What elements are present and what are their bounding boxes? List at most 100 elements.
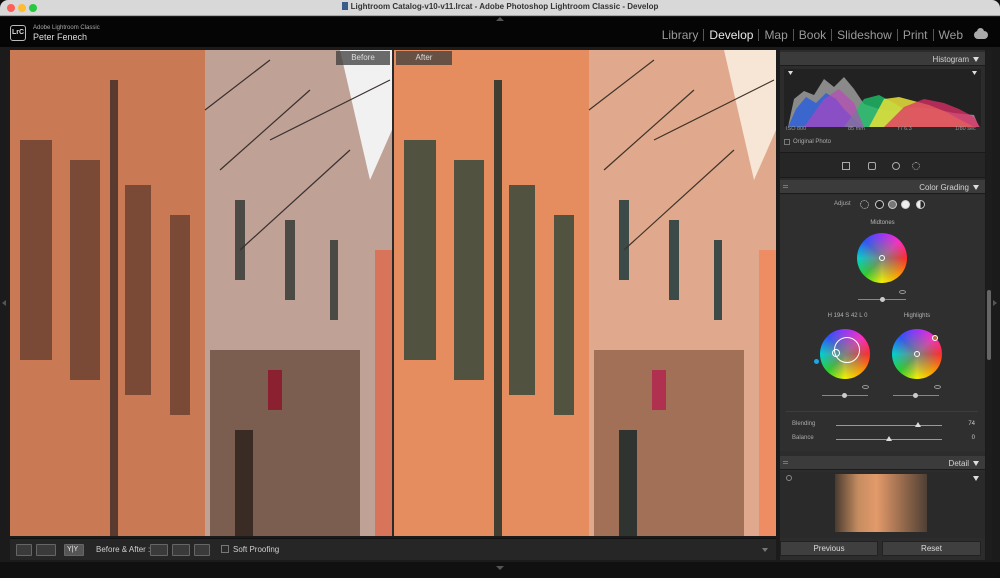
midtones-label: Midtones	[870, 220, 895, 226]
soft-proofing-checkbox[interactable]	[221, 545, 229, 553]
original-photo-label: Original Photo	[793, 139, 832, 145]
midtones-view-icon[interactable]	[888, 200, 897, 209]
midtones-color-wheel[interactable]	[857, 233, 907, 283]
photo-compare-area: Before After	[10, 50, 776, 536]
soft-proofing-label: Soft Proofing	[233, 545, 280, 554]
detail-header[interactable]: Detail	[780, 456, 985, 470]
develop-toolbar: Y|Y Before & After : Soft Proofing	[10, 538, 776, 560]
balance-value[interactable]: 0	[972, 435, 975, 441]
highlights-color-wheel[interactable]	[892, 329, 942, 379]
module-picker: Library Develop Map Book Slideshow Print…	[657, 28, 988, 41]
previous-button[interactable]: Previous	[780, 541, 878, 556]
zoom-target-icon[interactable]	[786, 475, 792, 481]
histogram-header[interactable]: Histogram	[780, 52, 985, 66]
collapse-triangle-icon[interactable]	[973, 57, 979, 62]
before-label: Before	[336, 51, 390, 65]
collapse-triangle-icon[interactable]	[973, 461, 979, 466]
color-grading-title: Color Grading	[919, 183, 969, 192]
shadows-luminance-slider[interactable]	[822, 393, 868, 398]
midtones-wheel-handle[interactable]	[879, 255, 885, 261]
shadows-readout: H 194 S 42 L 0	[827, 313, 868, 319]
module-web[interactable]: Web	[934, 29, 968, 41]
top-panel-toggle[interactable]	[496, 17, 504, 21]
product-name: Adobe Lightroom Classic	[33, 25, 100, 31]
slider-knob[interactable]	[880, 297, 885, 302]
detail-preview-thumbnail[interactable]	[835, 474, 927, 532]
iso-readout: ISO 800	[786, 126, 807, 132]
slider-knob[interactable]	[842, 393, 847, 398]
highlights-wheel-handle[interactable]	[914, 351, 920, 357]
before-image	[10, 50, 392, 536]
before-after-mode-button[interactable]: Y|Y	[64, 544, 84, 556]
red-eye-icon[interactable]	[892, 162, 900, 170]
toolbar-menu-chevron-icon[interactable]	[762, 548, 768, 552]
highlights-hue-marker[interactable]	[932, 335, 938, 341]
highlights-eye-icon[interactable]	[934, 385, 941, 389]
balance-slider[interactable]	[836, 436, 942, 441]
adjust-label: Adjust	[834, 201, 851, 207]
slider-knob[interactable]	[913, 393, 918, 398]
shadows-view-icon[interactable]	[875, 200, 884, 209]
original-photo-checkbox[interactable]	[784, 139, 790, 145]
module-print[interactable]: Print	[898, 29, 934, 41]
cloud-icon[interactable]	[974, 28, 988, 39]
lrc-logo: LrC	[10, 25, 26, 41]
masking-icon[interactable]	[912, 162, 920, 170]
reset-button[interactable]: Reset	[882, 541, 981, 556]
after-photo[interactable]	[394, 50, 776, 536]
before-after-label: Before & After :	[96, 545, 151, 554]
shadows-wheel-ring	[834, 337, 860, 363]
module-library[interactable]: Library	[657, 29, 705, 41]
right-panel-toggle[interactable]	[993, 300, 997, 306]
filmstrip-collapsed	[0, 562, 1000, 578]
shadows-color-wheel[interactable]	[820, 329, 870, 379]
histogram-graph[interactable]	[784, 69, 981, 127]
three-way-view-icon[interactable]	[860, 200, 869, 209]
swap-before-after-button[interactable]	[194, 544, 210, 556]
panel-grip-icon	[783, 461, 788, 464]
document-icon	[341, 2, 348, 10]
focal-length-readout: 85 mm	[848, 126, 865, 132]
midtones-luminance-slider[interactable]	[858, 297, 906, 302]
module-slideshow[interactable]: Slideshow	[832, 29, 898, 41]
loupe-view-button[interactable]	[16, 544, 32, 556]
module-develop[interactable]: Develop	[704, 29, 760, 41]
view-mode-label: Y|Y	[67, 546, 79, 553]
window-title: Lightroom Catalog-v10-v11.lrcat - Adobe …	[0, 2, 1000, 11]
highlights-luminance-slider[interactable]	[893, 393, 939, 398]
module-map[interactable]: Map	[759, 29, 794, 41]
color-grading-body: Adjust Midtones H 194 S 42 L 0 Highlight…	[780, 195, 985, 451]
balance-slider-knob[interactable]	[886, 436, 892, 441]
blending-label: Blending	[792, 421, 816, 427]
global-view-icon[interactable]	[916, 200, 925, 209]
after-image	[394, 50, 776, 536]
bottom-panel-toggle[interactable]	[496, 566, 504, 570]
highlights-view-icon[interactable]	[901, 200, 910, 209]
crop-icon[interactable]	[842, 162, 850, 170]
blending-slider-knob[interactable]	[915, 422, 921, 427]
midtones-eye-icon[interactable]	[899, 290, 906, 294]
module-book[interactable]: Book	[794, 29, 833, 41]
healing-icon[interactable]	[868, 162, 876, 170]
title-bar: Lightroom Catalog-v10-v11.lrcat - Adobe …	[0, 0, 1000, 16]
before-photo[interactable]	[10, 50, 392, 536]
shadows-eye-icon[interactable]	[862, 385, 869, 389]
panel-grip-icon	[783, 185, 788, 188]
window-title-text: Lightroom Catalog-v10-v11.lrcat - Adobe …	[350, 2, 659, 11]
copy-after-to-before-button[interactable]	[172, 544, 190, 556]
right-panel-scrollbar[interactable]	[986, 50, 992, 560]
detail-preview-toggle-icon[interactable]	[973, 476, 979, 481]
blending-value[interactable]: 74	[968, 421, 975, 427]
left-panel-toggle[interactable]	[2, 300, 6, 306]
lightroom-window: Lightroom Catalog-v10-v11.lrcat - Adobe …	[0, 0, 1000, 578]
color-grading-header[interactable]: Color Grading	[780, 180, 985, 194]
right-panel: Histogram ISO 800 85 mm f / 6.3 1/80 sec…	[780, 50, 985, 560]
blending-slider[interactable]	[836, 422, 942, 427]
before-after-view-button[interactable]	[36, 544, 56, 556]
copy-before-to-after-button[interactable]	[150, 544, 168, 556]
collapse-triangle-icon[interactable]	[973, 185, 979, 190]
shadows-hue-marker[interactable]	[814, 359, 819, 364]
scrollbar-thumb[interactable]	[987, 290, 991, 360]
divider	[786, 411, 978, 412]
highlights-label: Highlights	[903, 313, 931, 319]
